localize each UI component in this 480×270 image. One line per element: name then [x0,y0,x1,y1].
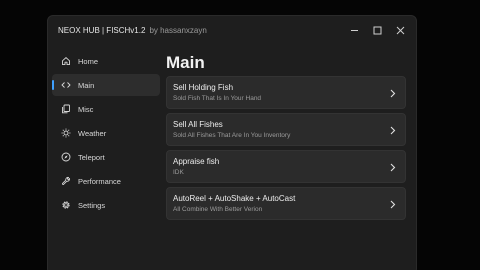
sidebar-item-label: Settings [78,200,106,210]
gear-icon [61,200,71,210]
card-title: Sell All Fishes [173,120,223,129]
card-title: Sell Holding Fish [173,83,234,92]
card-description: All Combine With Better Verion [173,206,263,213]
close-button[interactable] [389,16,412,44]
sidebar-item-label: Misc [78,104,94,114]
appraise-fish-button[interactable]: Appraise fish IDK [166,150,406,183]
card-title: Appraise fish [173,157,220,166]
window-title: NEOX HUB | FISCHv1.2 [58,25,146,35]
card-description: Sold All Fishes That Are In You Inventor… [173,132,291,139]
sidebar-item-label: Home [78,56,99,66]
minimize-icon [351,29,358,31]
sidebar-item-settings[interactable]: Settings [52,194,160,216]
sell-holding-fish-button[interactable]: Sell Holding Fish Sold Fish That Is In Y… [166,76,406,109]
chevron-right-icon [389,126,396,135]
title-bar[interactable]: NEOX HUB | FISCHv1.2 by hassanxzayn [48,16,416,44]
wrench-icon [61,176,71,186]
sell-all-fishes-button[interactable]: Sell All Fishes Sold All Fishes That Are… [166,113,406,146]
sun-icon [61,128,71,138]
sidebar-item-label: Performance [78,176,121,186]
maximize-button[interactable] [366,16,389,44]
copy-icon [61,104,71,114]
compass-icon [61,152,71,162]
sidebar-item-label: Teleport [78,152,105,162]
main-content: Main Sell Holding Fish Sold Fish That Is… [166,50,406,224]
active-indicator [52,80,54,90]
chevron-right-icon [389,200,396,209]
minimize-button[interactable] [343,16,366,44]
sidebar-item-performance[interactable]: Performance [52,170,160,192]
sidebar: Home Main Misc Weather Teleport Performa… [52,50,160,218]
home-icon [61,56,71,66]
close-icon [396,26,405,34]
page-title: Main [166,53,205,72]
sidebar-item-label: Weather [78,128,107,138]
sidebar-item-main[interactable]: Main [52,74,160,96]
sidebar-item-home[interactable]: Home [52,50,160,72]
sidebar-item-label: Main [78,80,95,90]
sidebar-item-weather[interactable]: Weather [52,122,160,144]
app-window: NEOX HUB | FISCHv1.2 by hassanxzayn Home [47,15,417,270]
chevron-right-icon [389,89,396,98]
window-controls [343,16,412,44]
window-subtitle: by hassanxzayn [149,25,207,35]
sidebar-item-teleport[interactable]: Teleport [52,146,160,168]
sidebar-item-misc[interactable]: Misc [52,98,160,120]
maximize-icon [373,26,382,34]
card-description: IDK [173,169,184,176]
card-title: AutoReel + AutoShake + AutoCast [173,194,296,203]
card-description: Sold Fish That Is In Your Hand [173,95,262,102]
chevron-right-icon [389,163,396,172]
code-icon [61,80,71,90]
auto-combo-button[interactable]: AutoReel + AutoShake + AutoCast All Comb… [166,187,406,220]
